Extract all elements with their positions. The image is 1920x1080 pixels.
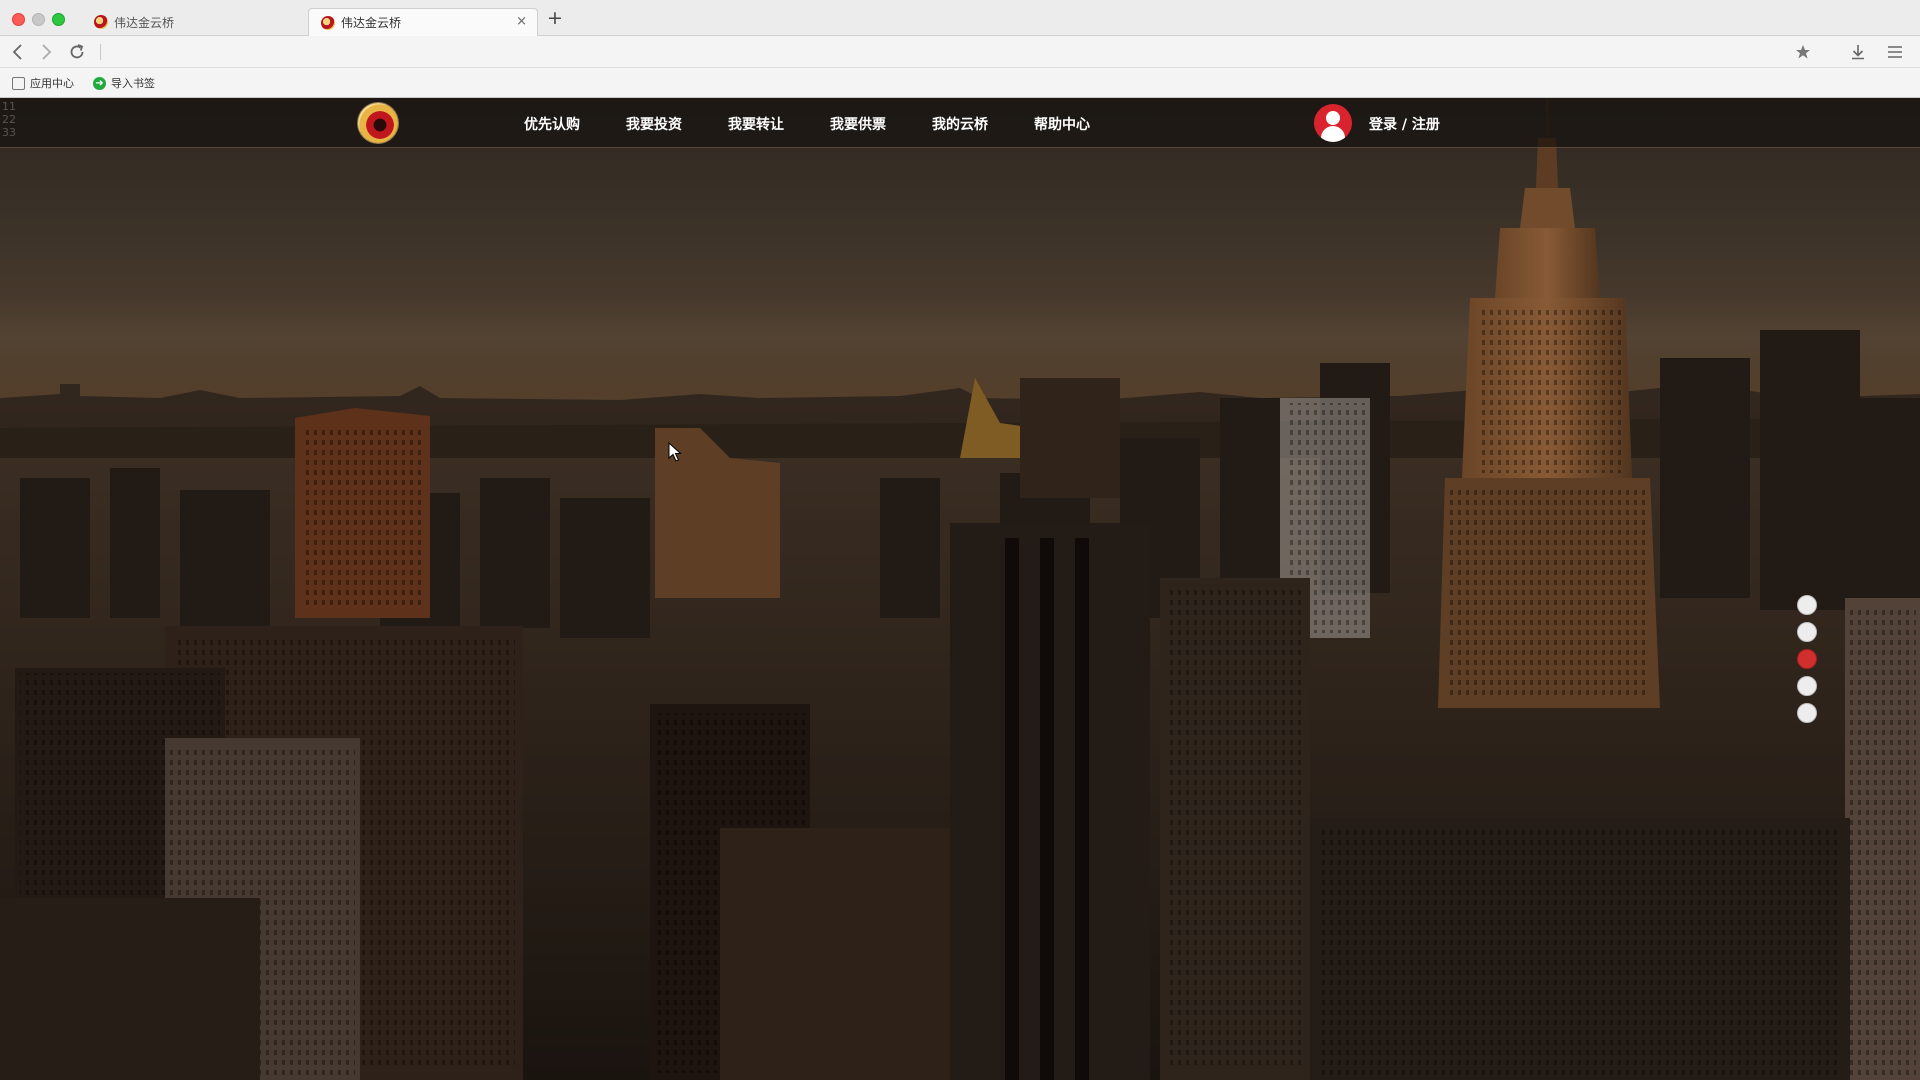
bookmark-apps[interactable]: 应用中心: [12, 75, 74, 91]
user-avatar-icon[interactable]: [1314, 104, 1352, 142]
menu-icon[interactable]: [1885, 42, 1905, 62]
browser-tab-active[interactable]: 伟达金云桥 ×: [308, 8, 538, 36]
nav-item-priority-subscription[interactable]: 优先认购: [524, 114, 580, 134]
city-skyline-image: [0, 98, 1920, 1080]
star-icon[interactable]: [1793, 42, 1813, 62]
slider-dot[interactable]: [1797, 595, 1817, 615]
slider-dot[interactable]: [1797, 703, 1817, 723]
nav-item-invest[interactable]: 我要投资: [626, 114, 682, 134]
apps-icon: [12, 76, 25, 90]
bookmark-import[interactable]: ➜ 导入书签: [93, 75, 155, 91]
page-viewport: 11 22 33 优先认购 我要投资 我要转让 我要供票 我的云桥 帮助中心 登…: [0, 98, 1920, 1080]
nav-item-supply-bills[interactable]: 我要供票: [830, 114, 886, 134]
slider-dot-active[interactable]: [1797, 649, 1817, 669]
tab-title: 伟达金云桥: [341, 16, 402, 30]
mouse-cursor-icon: [668, 442, 682, 462]
maximize-window-button[interactable]: [52, 13, 65, 26]
download-icon[interactable]: [1848, 42, 1868, 62]
bookmark-label: 应用中心: [30, 77, 74, 90]
site-logo[interactable]: [358, 103, 398, 143]
close-tab-icon[interactable]: ×: [516, 14, 527, 29]
login-register-link[interactable]: 登录 / 注册: [1369, 114, 1440, 134]
forward-icon[interactable]: [36, 42, 56, 62]
minimize-window-button[interactable]: [32, 13, 45, 26]
bookmarks-bar: 应用中心 ➜ 导入书签: [0, 68, 1920, 98]
site-favicon-icon: [321, 15, 335, 30]
hero-background: [0, 98, 1920, 1080]
new-tab-button[interactable]: +: [545, 8, 565, 28]
address-bar[interactable]: [100, 44, 101, 60]
site-header: 优先认购 我要投资 我要转让 我要供票 我的云桥 帮助中心 登录 / 注册: [0, 98, 1920, 148]
slider-dot[interactable]: [1797, 676, 1817, 696]
import-icon: ➜: [93, 76, 106, 90]
slider-pagination: [1797, 595, 1817, 730]
browser-tab-bar: 伟达金云桥 伟达金云桥 × +: [0, 0, 1920, 36]
nav-item-transfer[interactable]: 我要转让: [728, 114, 784, 134]
bookmark-label: 导入书签: [111, 77, 155, 90]
nav-item-my-yunqiao[interactable]: 我的云桥: [932, 114, 988, 134]
browser-tab[interactable]: 伟达金云桥: [82, 8, 310, 36]
tab-title: 伟达金云桥: [114, 15, 175, 30]
site-favicon-icon: [94, 15, 108, 29]
slider-dot[interactable]: [1797, 622, 1817, 642]
back-icon[interactable]: [8, 42, 28, 62]
nav-item-help-center[interactable]: 帮助中心: [1034, 114, 1090, 134]
reload-icon[interactable]: [67, 42, 87, 62]
close-window-button[interactable]: [12, 13, 25, 26]
browser-toolbar: [0, 36, 1920, 68]
